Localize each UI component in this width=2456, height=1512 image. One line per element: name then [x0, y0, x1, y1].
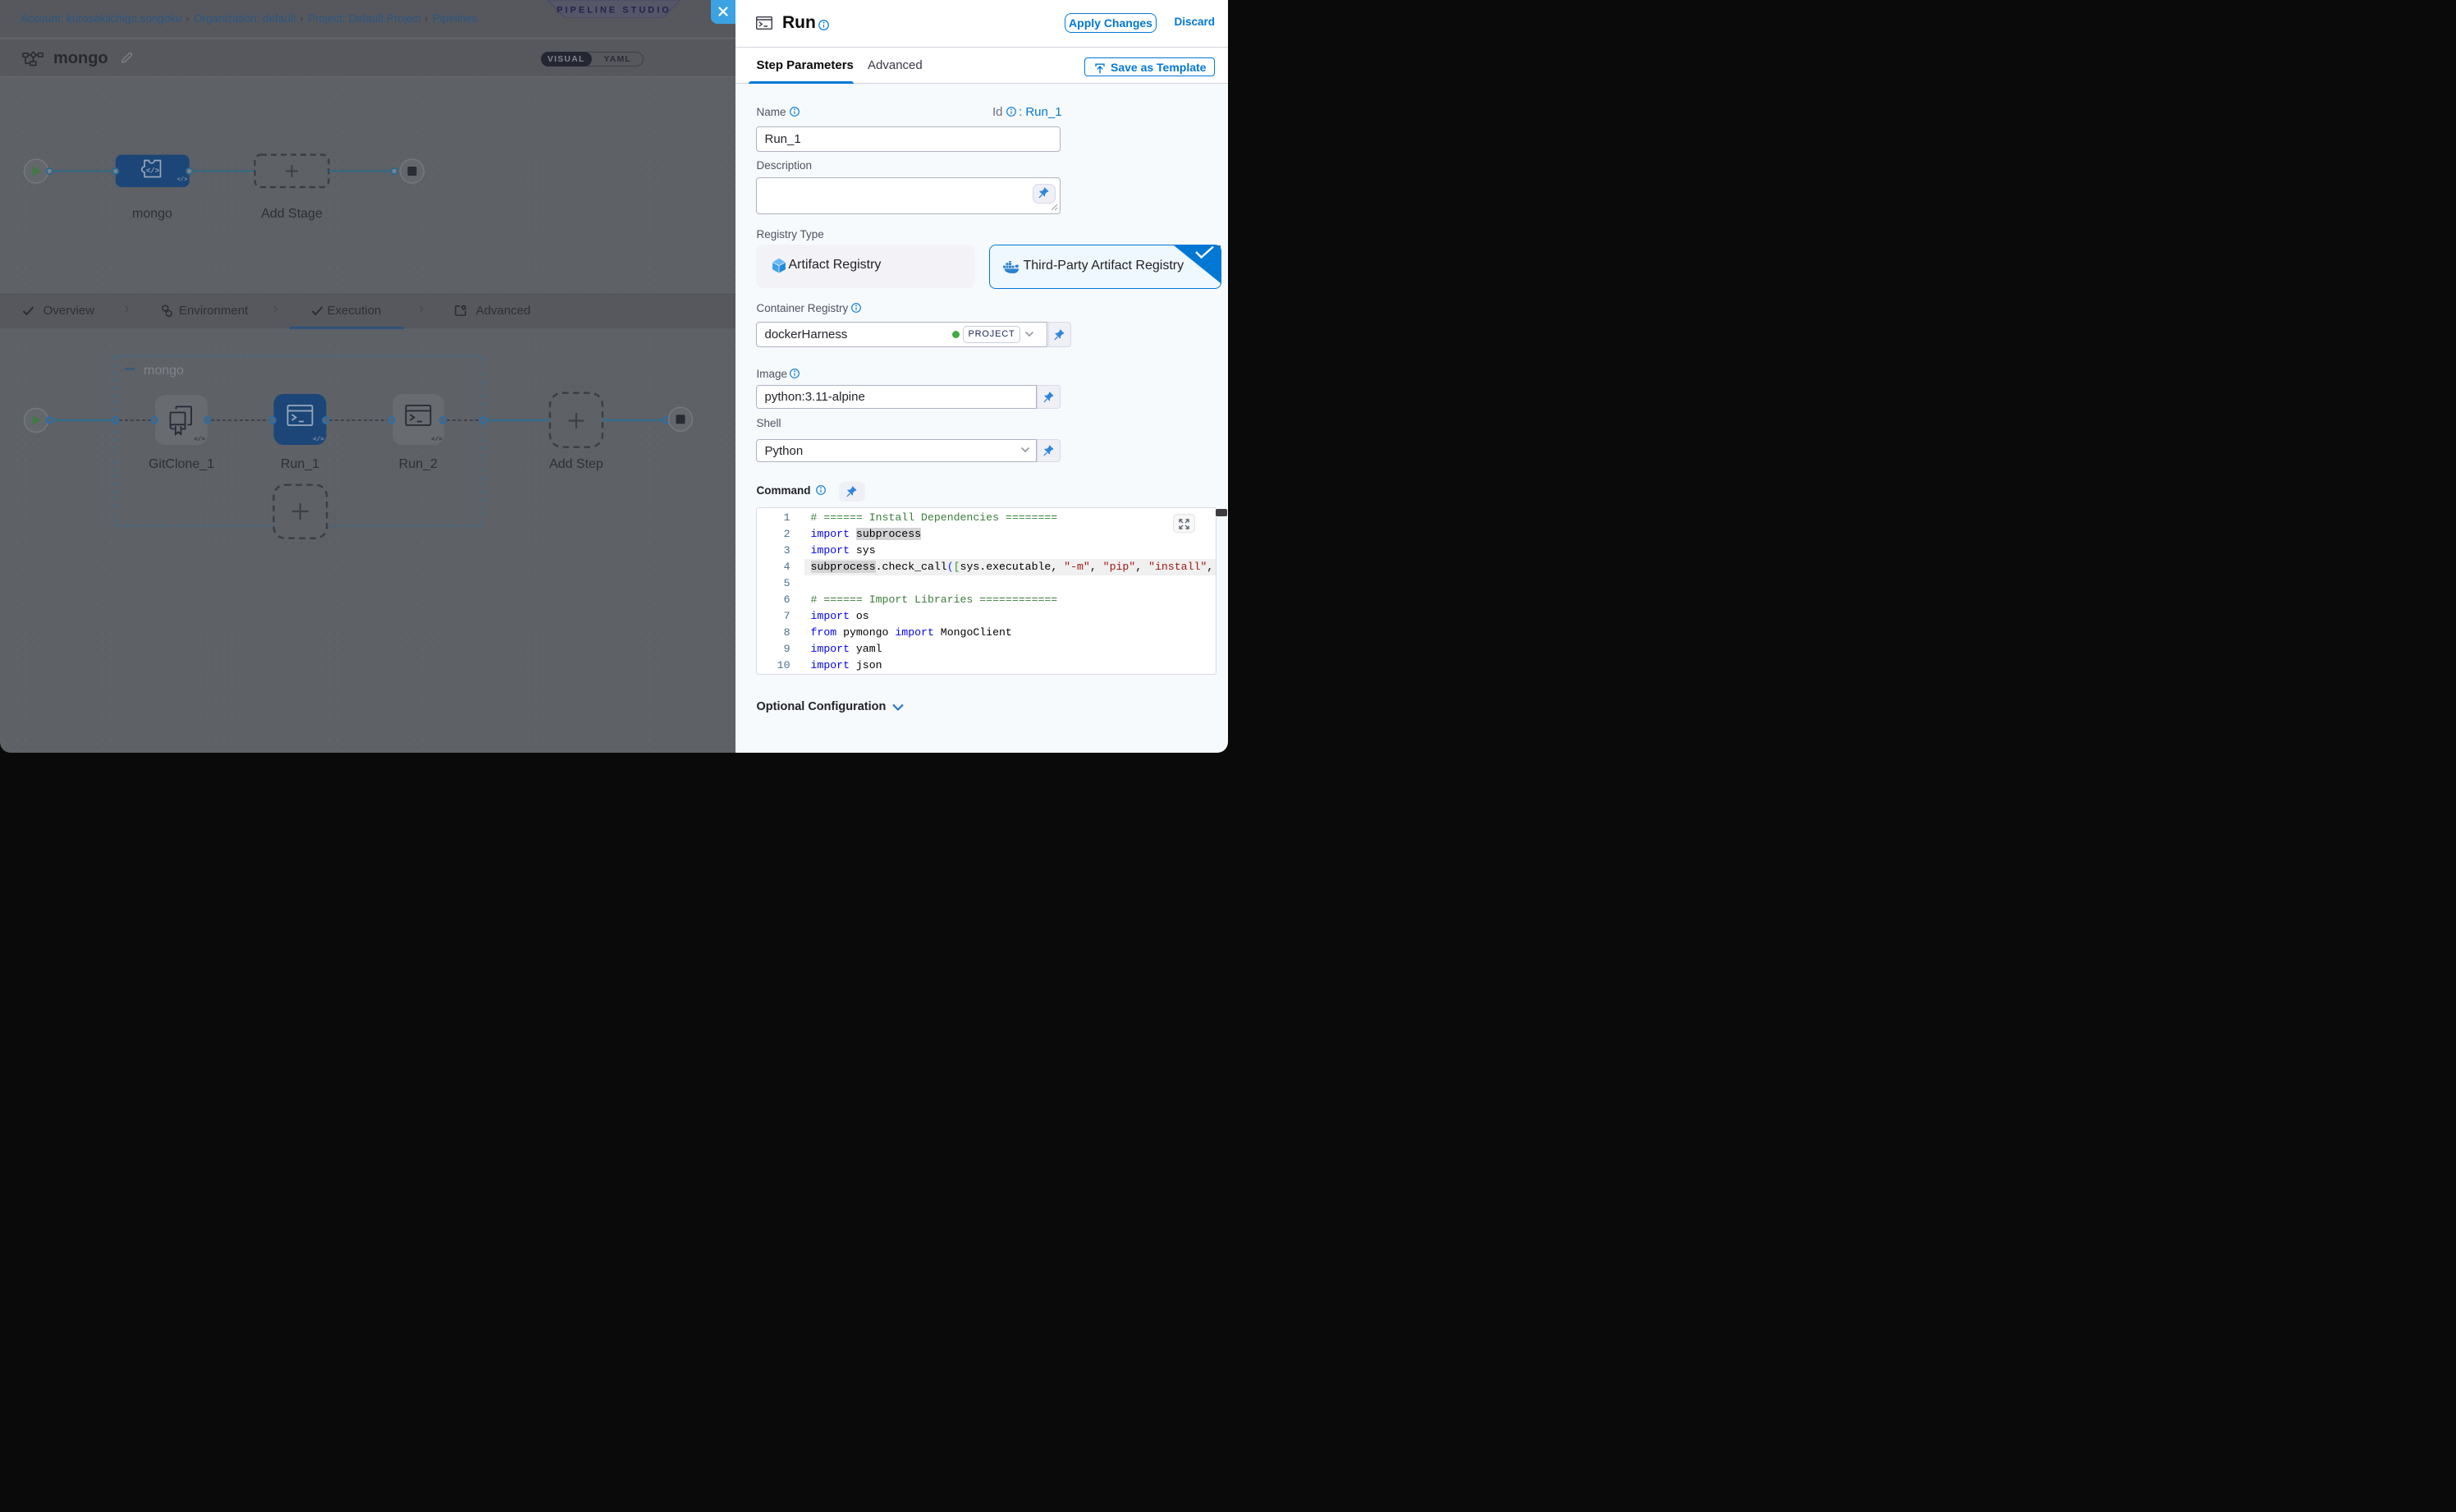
- svg-text:</>: </>: [313, 437, 324, 443]
- svg-text:mongo: mongo: [132, 207, 172, 221]
- svg-text:</>: </>: [177, 177, 188, 184]
- svg-text:PIPELINE STUDIO: PIPELINE STUDIO: [557, 6, 671, 16]
- svg-text:Run_2: Run_2: [399, 457, 438, 471]
- svg-text:Run_1: Run_1: [281, 457, 319, 471]
- svg-text:GitClone_1: GitClone_1: [149, 457, 214, 471]
- svg-text:Add Stage: Add Stage: [261, 207, 323, 221]
- svg-text:mongo: mongo: [144, 364, 184, 378]
- svg-text:</>: </>: [146, 167, 159, 176]
- svg-text:</>: </>: [194, 437, 205, 443]
- svg-text:</>: </>: [431, 437, 442, 443]
- svg-text:Add Step: Add Step: [549, 457, 603, 471]
